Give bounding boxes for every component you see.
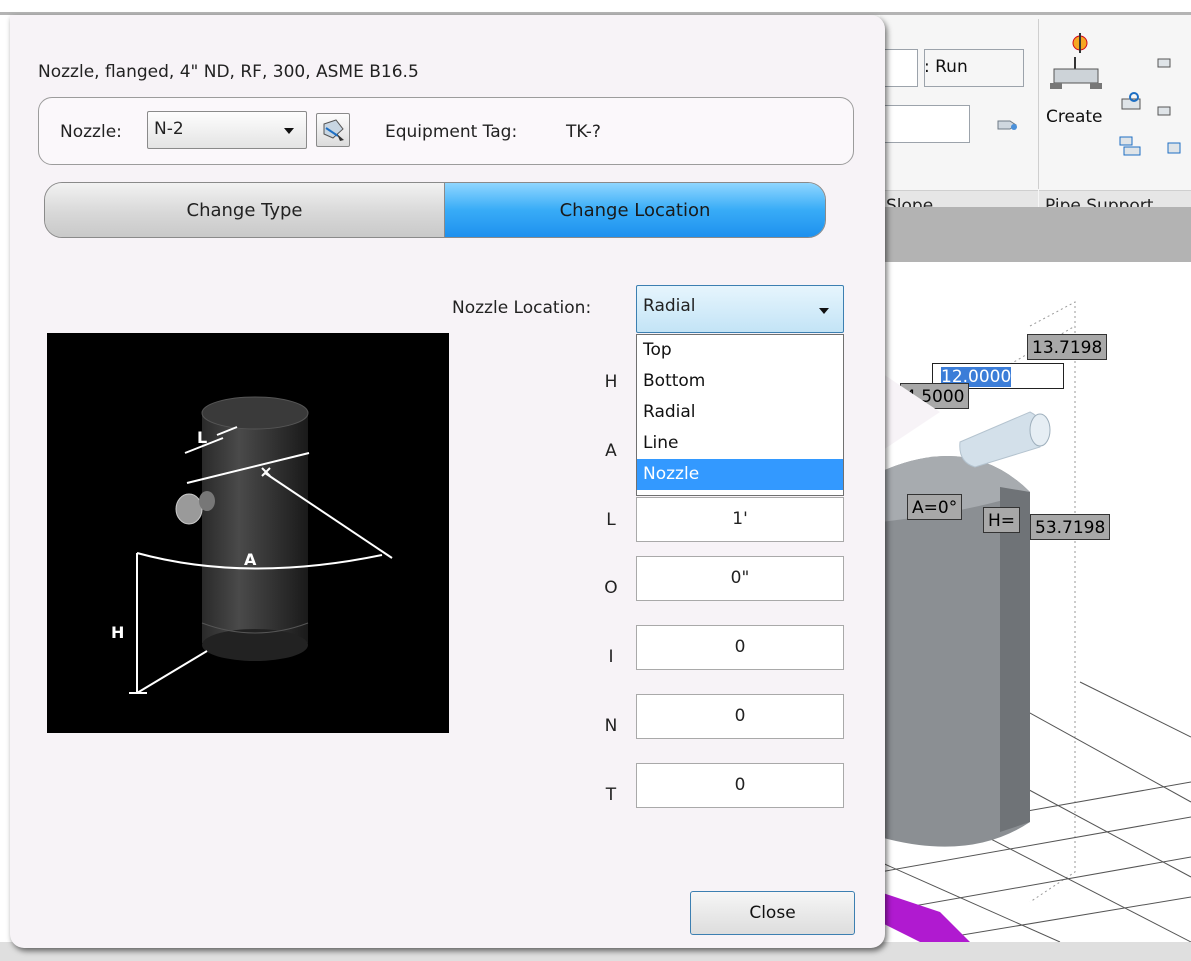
dim-angle-value[interactable]: A=0° [907,494,963,520]
equipment-tag-value: TK-? [566,122,601,142]
field-label-h: H [604,372,618,392]
create-support-icon[interactable] [1046,29,1104,99]
nozzle-description: Nozzle, flanged, 4" ND, RF, 300, ASME B1… [38,62,419,82]
equipment-tag-label: Equipment Tag: [385,122,518,142]
location-option-radial[interactable]: Radial [637,397,843,428]
nozzle-location-dropdown: Top Bottom Radial Line Nozzle [636,334,844,496]
support-tiny-icon-2[interactable] [1154,99,1174,119]
support-modify-icon[interactable] [1114,131,1144,161]
tab-strip [880,207,1191,262]
slope-second-input[interactable] [880,105,970,143]
run-input[interactable] [924,49,1024,87]
chevron-down-icon [819,308,829,314]
field-label-t: T [605,785,617,805]
nozzle-label: Nozzle: [60,122,122,142]
ribbon: : Run Create Slope Pipe Support [880,15,1191,220]
field-l-input[interactable]: 1' [636,497,844,542]
ribbon-separator [1038,19,1039,189]
slope-value-input[interactable] [880,49,918,87]
select-nozzle-button[interactable] [316,113,350,147]
preview-label-L: L [197,428,207,447]
nozzle-location-value: Radial [643,296,696,316]
mode-toggle: Change Type Change Location [44,182,826,238]
field-label-n: N [604,716,618,736]
support-tiny-icon-3[interactable] [1166,137,1186,159]
tab-change-type[interactable]: Change Type [45,183,445,237]
field-label-l: L [606,510,616,530]
nozzle-location-preview: L A H [47,333,449,733]
field-label-a: A [605,441,617,461]
location-option-line[interactable]: Line [637,428,843,459]
location-option-bottom[interactable]: Bottom [637,366,843,397]
preview-label-H: H [111,623,124,642]
support-tiny-icon-1[interactable] [1154,51,1174,71]
pick-nozzle-icon [323,119,344,141]
location-option-nozzle[interactable]: Nozzle [637,459,843,490]
dim-height-prefix[interactable]: H= [983,507,1021,533]
field-label-i: I [608,647,614,667]
preview-label-A: A [244,550,257,569]
field-label-o: O [604,578,618,598]
dialog-callout-pointer [880,372,940,452]
field-t-input[interactable]: 0 [636,763,844,808]
tab-change-location[interactable]: Change Location [445,183,825,237]
tank-diagram: L A H [111,396,393,694]
location-option-top[interactable]: Top [637,335,843,366]
field-i-input[interactable]: 0 [636,625,844,670]
field-o-input[interactable]: 0" [636,556,844,601]
nozzle-combo[interactable]: N-2 [147,111,307,149]
nozzle-location-label: Nozzle Location: [452,298,592,318]
create-label[interactable]: Create [1046,107,1103,127]
chevron-down-icon [284,128,294,134]
dim-top-value[interactable]: 13.7198 [1027,334,1108,360]
dim-height-value[interactable]: 53.7198 [1030,514,1111,540]
support-small-icon[interactable] [1118,89,1144,117]
slope-tag-icon[interactable] [996,113,1020,135]
nozzle-combo-value: N-2 [154,119,184,139]
close-button[interactable]: Close [690,891,855,935]
field-n-input[interactable]: 0 [636,694,844,739]
nozzle-location-combo[interactable]: Radial [636,285,844,333]
